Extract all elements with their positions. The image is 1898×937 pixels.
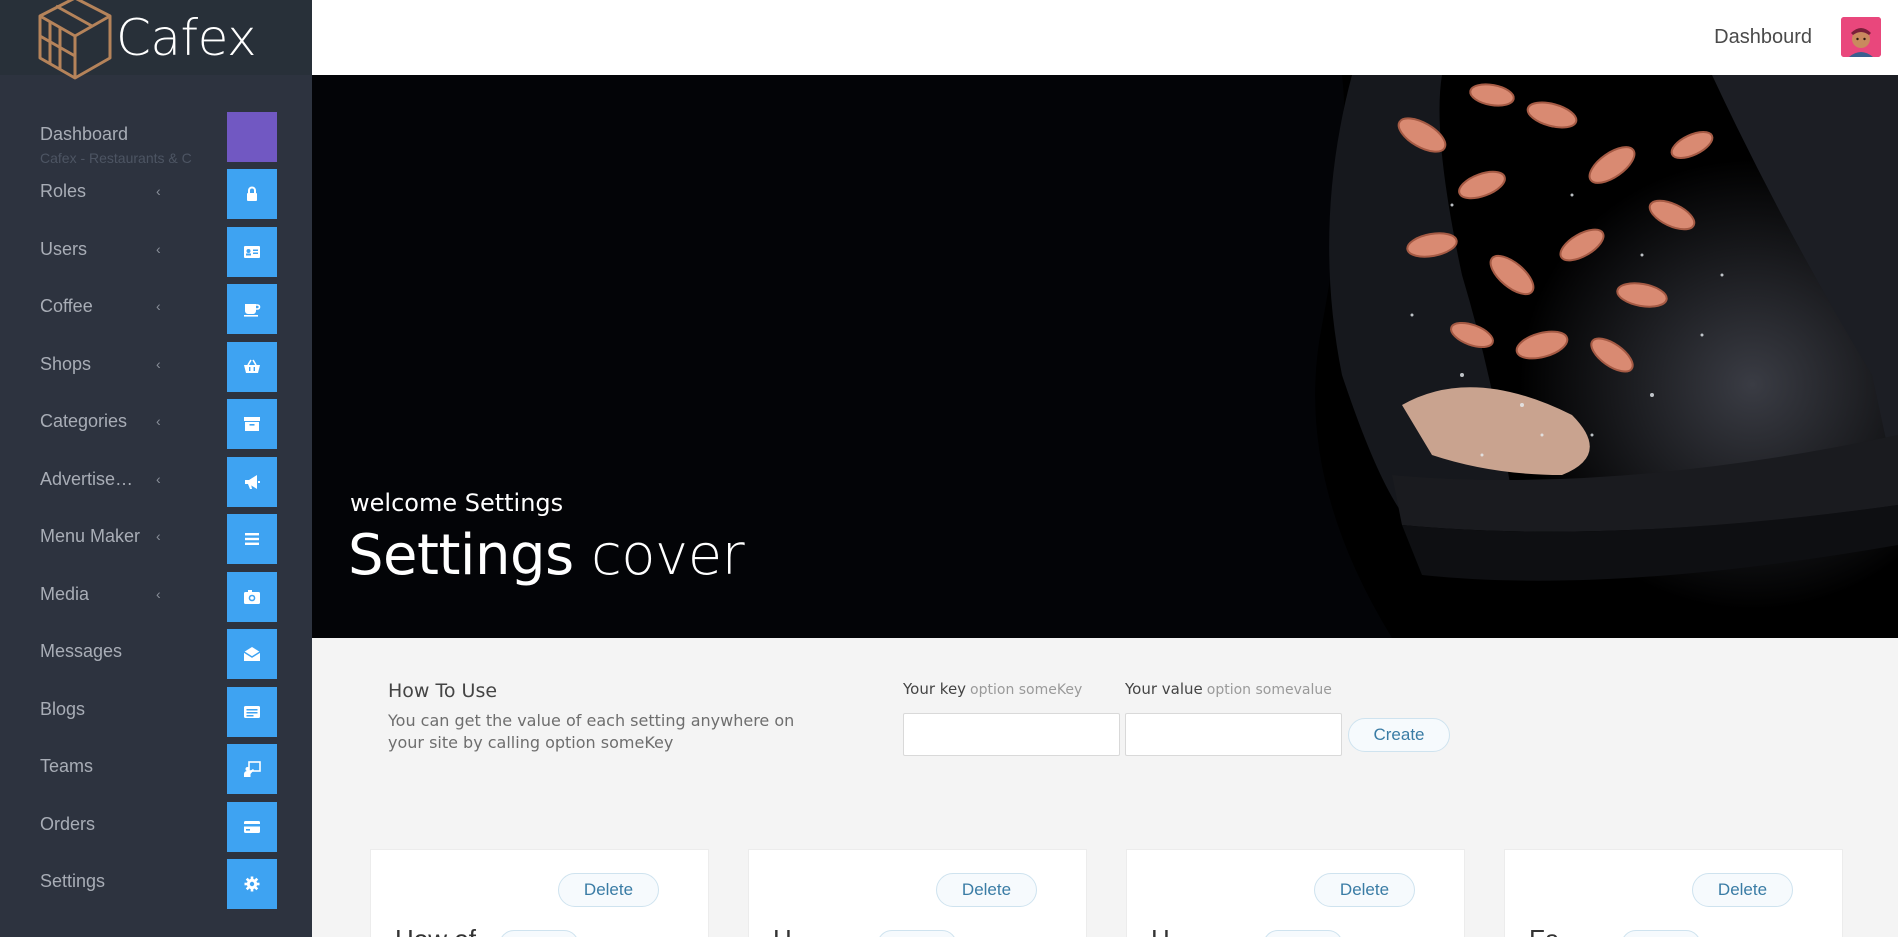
brand[interactable]: Cafex: [0, 0, 312, 79]
sidebar-item-users[interactable]: Users ‹: [0, 227, 312, 277]
hero-title-bold: Settings: [348, 523, 574, 588]
setting-card-chip[interactable]: [499, 930, 579, 937]
sidebar-item-label: Users: [40, 239, 88, 259]
sidebar-item-messages[interactable]: Messages: [0, 629, 312, 679]
sidebar-item-menu-maker[interactable]: Menu Maker ‹: [0, 514, 312, 564]
setting-card-name: H: [1151, 924, 1170, 937]
sidebar-item-label: Orders: [40, 814, 96, 834]
setting-card: Delete Fa: [1504, 849, 1843, 937]
key-hint: option someKey: [970, 682, 1083, 698]
user-avatar-icon[interactable]: [1841, 17, 1881, 57]
setting-card-name: How of: [395, 924, 476, 937]
setting-card-chip[interactable]: [877, 930, 957, 937]
sidebar-item-advertise[interactable]: Advertise… ‹: [0, 457, 312, 507]
chevron-left-icon: ‹: [156, 586, 161, 602]
newspaper-icon: [227, 687, 277, 737]
sidebar-item-label: Media: [40, 584, 90, 604]
chevron-left-icon: ‹: [156, 183, 161, 199]
id-card-icon: [227, 227, 277, 277]
delete-button[interactable]: Delete: [1314, 873, 1415, 907]
hero-title: Settings cover: [348, 523, 745, 588]
hero-title-rest: cover: [591, 523, 745, 588]
gear-icon: [227, 859, 277, 909]
sidebar-item-label: Roles: [40, 181, 87, 201]
sidebar-item-coffee[interactable]: Coffee ‹: [0, 284, 312, 334]
megaphone-icon: [227, 457, 277, 507]
chevron-left-icon: ‹: [156, 413, 161, 429]
setting-card: Delete H: [1126, 849, 1465, 937]
camera-icon: [227, 572, 277, 622]
cafex-logo-icon: [38, 0, 112, 79]
sidebar-item-label: Coffee: [40, 296, 93, 316]
list-icon: [227, 514, 277, 564]
sidebar-item-label: Settings: [40, 871, 106, 891]
setting-card-chip[interactable]: [1621, 930, 1701, 937]
credit-card-icon: [227, 802, 277, 852]
envelope-open-icon: [227, 629, 277, 679]
brand-name: Cafex: [116, 8, 257, 67]
dashboard-icon: [227, 112, 277, 162]
sidebar-item-label: Blogs: [40, 699, 86, 719]
sidebar-item-label: Shops: [40, 354, 92, 374]
sidebar-item-label: Dashboard: [40, 124, 129, 144]
value-label-text: Your value: [1125, 680, 1203, 698]
sidebar-item-shops[interactable]: Shops ‹: [0, 342, 312, 392]
howto-text: You can get the value of each setting an…: [388, 711, 795, 752]
sidebar-item-teams[interactable]: Teams: [0, 744, 312, 794]
hero-cover: welcome Settings Settings cover: [312, 75, 1898, 638]
sidebar-item-roles[interactable]: Roles ‹: [0, 169, 312, 219]
delete-button[interactable]: Delete: [558, 873, 659, 907]
create-button[interactable]: Create: [1348, 718, 1450, 752]
sidebar-item-label: Teams: [40, 756, 94, 776]
sidebar-item-label: Menu Maker: [40, 526, 141, 546]
presentation-icon: [227, 744, 277, 794]
setting-card-name: Fa: [1529, 924, 1559, 937]
sidebar-item-dashboard[interactable]: Dashboard Cafex - Restaurants & C: [0, 112, 312, 166]
topbar: Dashbourd: [312, 0, 1898, 75]
setting-card-chip[interactable]: [1263, 930, 1343, 937]
sidebar-item-label: Messages: [40, 641, 123, 661]
sidebar: Cafex Dashboard Cafex - Restaurants & C …: [0, 0, 312, 937]
chevron-left-icon: ‹: [156, 528, 161, 544]
chevron-left-icon: ‹: [156, 471, 161, 487]
sidebar-item-settings[interactable]: Settings: [0, 859, 312, 909]
key-input[interactable]: [903, 713, 1120, 756]
sidebar-item-blogs[interactable]: Blogs: [0, 687, 312, 737]
chevron-left-icon: ‹: [156, 356, 161, 372]
basket-icon: [227, 342, 277, 392]
sidebar-item-categories[interactable]: Categories ‹: [0, 399, 312, 449]
setting-card: Delete H: [748, 849, 1087, 937]
sidebar-item-media[interactable]: Media ‹: [0, 572, 312, 622]
value-hint: option somevalue: [1206, 682, 1332, 698]
delete-button[interactable]: Delete: [1692, 873, 1793, 907]
key-label-text: Your key: [903, 680, 967, 698]
sidebar-item-sublabel: Cafex - Restaurants & C: [40, 150, 192, 166]
coffee-cup-icon: [227, 284, 277, 334]
topbar-title[interactable]: Dashbourd: [1714, 26, 1812, 49]
sidebar-item-orders[interactable]: Orders: [0, 802, 312, 852]
setting-card-name: H: [773, 924, 792, 937]
hero-subtitle: welcome Settings: [350, 489, 564, 517]
sidebar-item-label: Advertise…: [40, 469, 134, 489]
value-input[interactable]: [1125, 713, 1342, 756]
howto-heading: How To Use: [388, 680, 498, 702]
delete-button[interactable]: Delete: [936, 873, 1037, 907]
setting-card: Delete How of: [370, 849, 709, 937]
chevron-left-icon: ‹: [156, 241, 161, 257]
key-label: Your key option someKey: [903, 680, 1082, 698]
archive-icon: [227, 399, 277, 449]
value-label: Your value option somevalue: [1125, 680, 1332, 698]
chevron-left-icon: ‹: [156, 298, 161, 314]
lock-icon: [227, 169, 277, 219]
sidebar-item-label: Categories: [40, 411, 128, 431]
